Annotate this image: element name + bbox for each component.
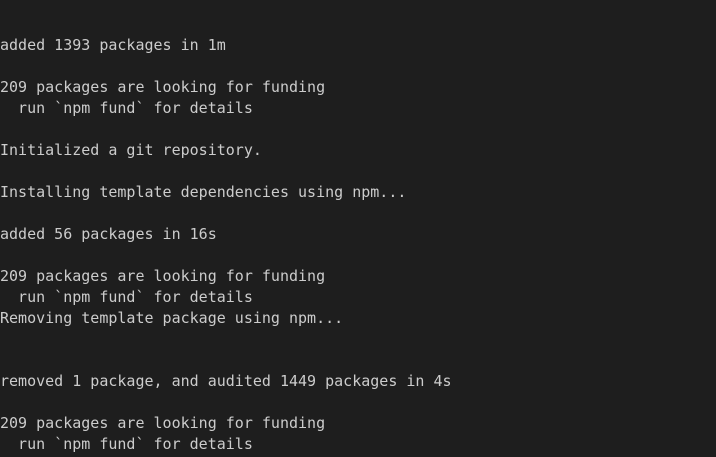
terminal-line: added 1393 packages in 1m: [0, 36, 226, 54]
terminal-line: Initialized a git repository.: [0, 141, 262, 159]
terminal-lines: added 1393 packages in 1m 209 packages a…: [0, 35, 452, 455]
terminal-line: 209 packages are looking for funding: [0, 267, 326, 285]
terminal-line: run `npm fund` for details: [0, 288, 253, 306]
terminal-line: 209 packages are looking for funding: [0, 78, 326, 96]
terminal-output[interactable]: added 1393 packages in 1m 209 packages a…: [0, 0, 716, 457]
terminal-line: 209 packages are looking for funding: [0, 414, 326, 432]
terminal-line: Removing template package using npm...: [0, 309, 344, 327]
terminal-line: run `npm fund` for details: [0, 435, 253, 453]
terminal-line: run `npm fund` for details: [0, 99, 253, 117]
terminal-line: removed 1 package, and audited 1449 pack…: [0, 372, 452, 390]
terminal-line: added 56 packages in 16s: [0, 225, 217, 243]
terminal-line: Installing template dependencies using n…: [0, 183, 407, 201]
